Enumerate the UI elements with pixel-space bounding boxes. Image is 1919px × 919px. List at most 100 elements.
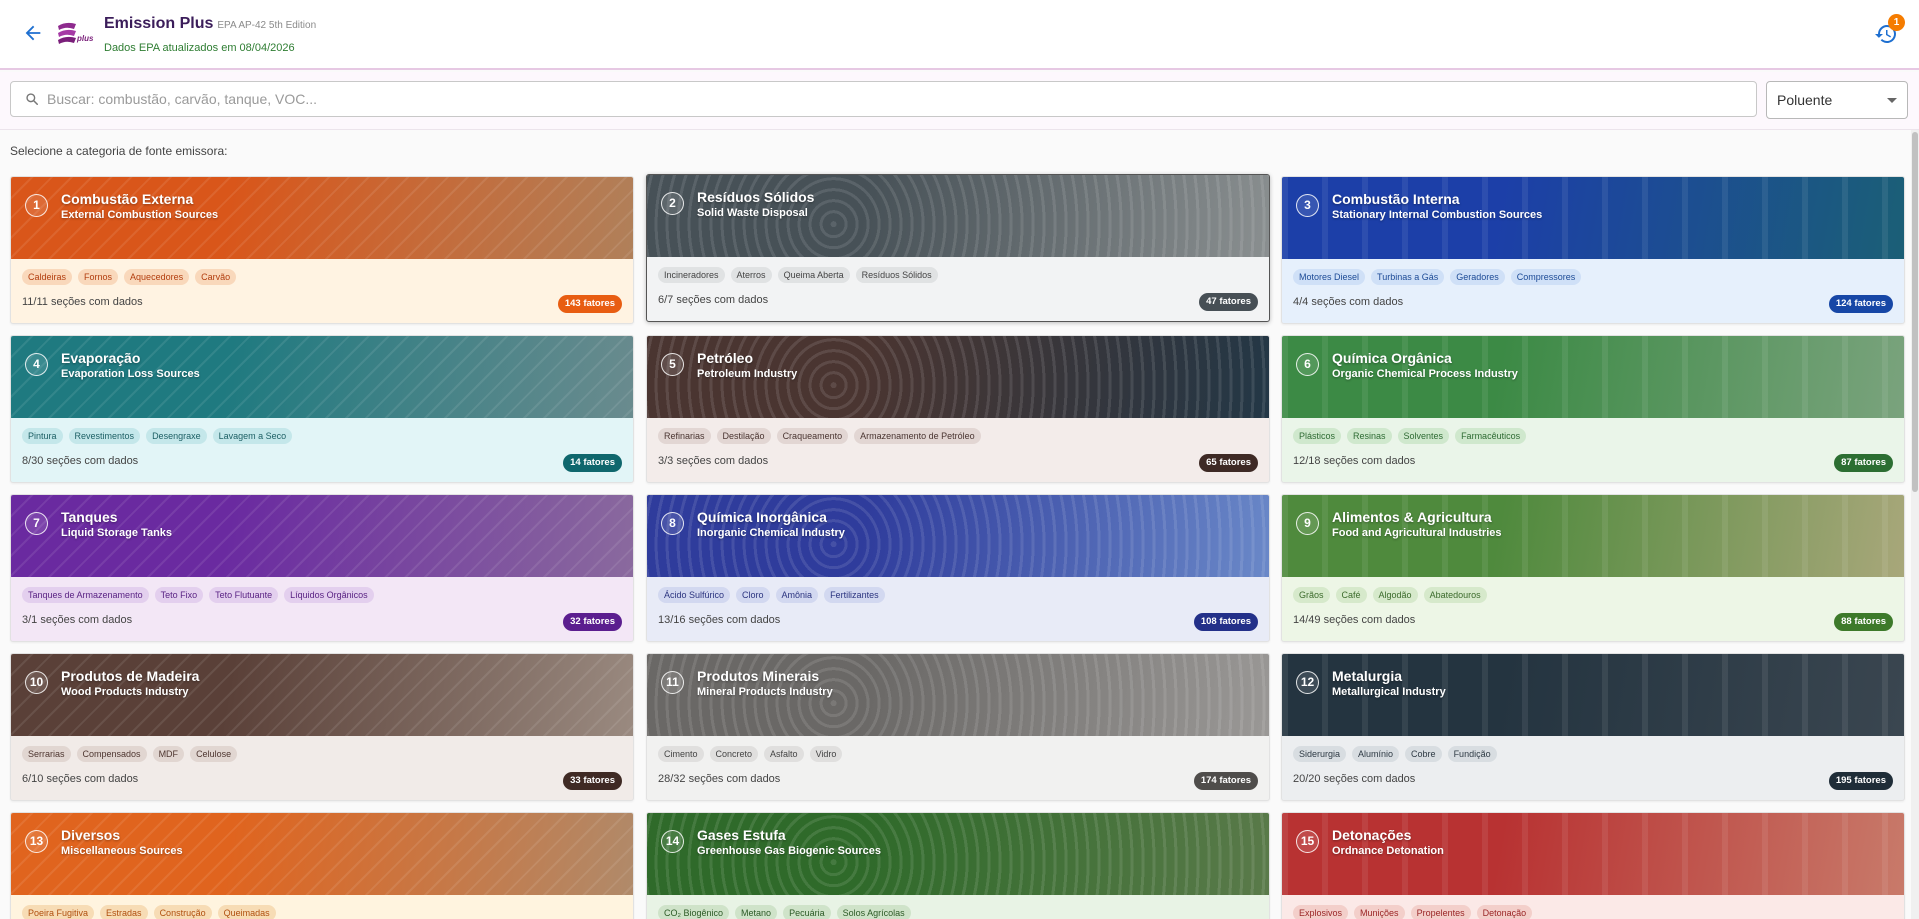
card-tag-list: Plásticos Resinas Solventes Farmacêuticos <box>1293 428 1527 444</box>
card-tag: Compensados <box>76 746 147 762</box>
card-tag: Aterros <box>730 267 772 283</box>
card-tag-list: Siderurgia Alumínio Cobre Fundição <box>1293 746 1497 762</box>
card-tag: Amônia <box>775 587 819 603</box>
card-tag-list: CO₂ Biogênico Metano Pecuária Solos Agrícol… <box>658 905 911 919</box>
card-number-badge: 14 <box>661 830 684 853</box>
card-tag: Desengraxe <box>146 428 207 444</box>
card-tag: CO₂ Biogênico <box>658 905 730 919</box>
card-title: Combustão Interna <box>1332 191 1460 207</box>
category-card[interactable]: 2 Resíduos Sólidos Solid Waste Disposal Inc… <box>646 174 1270 322</box>
card-tag: Teto Fixo <box>154 587 204 603</box>
card-tag: Vidro <box>809 746 843 762</box>
scrollbar-thumb[interactable] <box>1912 132 1918 492</box>
card-subtitle: Evaporation Loss Sources <box>61 368 200 380</box>
card-tag: Poeira Fugitiva <box>22 905 95 919</box>
card-sections-count: 12/18 seções com dados <box>1293 455 1416 467</box>
app-title-text: Emission Plus <box>104 15 214 32</box>
card-title: Alimentos & Agricultura <box>1332 509 1492 525</box>
category-card[interactable]: 4 Evaporação Evaporation Loss Sources Pintu… <box>10 335 634 483</box>
category-card[interactable]: 14 Gases Estufa Greenhouse Gas Biogenic So… <box>646 812 1270 919</box>
card-number-badge: 4 <box>25 353 48 376</box>
back-arrow-icon[interactable] <box>22 22 44 44</box>
card-tag: Fundição <box>1447 746 1497 762</box>
logo-text: plus <box>76 34 94 43</box>
card-banner: 4 Evaporação Evaporation Loss Sources <box>11 336 633 418</box>
card-tag: Destilação <box>716 428 771 444</box>
card-factor-count-badge: 47 fatores <box>1199 293 1258 311</box>
card-title: Tanques <box>61 509 118 525</box>
card-tag: Turbinas a Gás <box>1371 269 1445 285</box>
card-sections-count: 11/11 seções com dados <box>22 296 143 308</box>
card-tag: Queimadas <box>217 905 276 919</box>
card-factor-count-badge: 195 fatores <box>1828 772 1893 790</box>
category-card[interactable]: 5 Petróleo Petroleum Industry Refinarias Des… <box>646 335 1270 483</box>
card-tag-list: Explosivos Munições Propelentes Detonação <box>1293 905 1533 919</box>
page-scrollbar[interactable] <box>1911 130 1919 919</box>
category-card[interactable]: 11 Produtos Minerais Mineral Products Indu… <box>646 653 1270 801</box>
card-tag: Fornos <box>78 269 119 285</box>
category-card[interactable]: 12 Metalurgia Metallurgical Industry Sideru… <box>1281 653 1905 801</box>
card-banner: 14 Gases Estufa Greenhouse Gas Biogenic So… <box>647 813 1269 895</box>
card-tag-list: Serrarias Compensados MDF Celulose <box>22 746 238 762</box>
notification-badge: 1 <box>1888 14 1905 31</box>
card-sections-count: 20/20 seções com dados <box>1293 773 1416 785</box>
card-number-badge: 11 <box>661 671 684 694</box>
card-sections-count: 3/1 seções com dados <box>22 614 133 626</box>
category-card[interactable]: 9 Alimentos & Agricultura Food and Agricul… <box>1281 494 1905 642</box>
card-tag: Cimento <box>658 746 704 762</box>
card-tag: Grãos <box>1293 587 1330 603</box>
card-number-badge: 15 <box>1296 830 1319 853</box>
category-card[interactable]: 10 Produtos de Madeira Wood Products Indus… <box>10 653 634 801</box>
card-number-badge: 9 <box>1296 512 1319 535</box>
card-subtitle: Solid Waste Disposal <box>697 207 808 219</box>
app-edition: EPA AP-42 5th Edition <box>217 20 317 31</box>
card-tag-list: Poeira Fugitiva Estradas Construção Queimad… <box>22 905 276 919</box>
card-banner: 6 Química Orgânica Organic Chemical Proces… <box>1282 336 1904 418</box>
card-sections-count: 3/3 seções com dados <box>658 455 769 467</box>
card-subtitle: Inorganic Chemical Industry <box>697 527 845 539</box>
card-number-badge: 6 <box>1296 353 1319 376</box>
pollutant-filter-select[interactable]: Poluente <box>1766 81 1908 119</box>
card-banner: 10 Produtos de Madeira Wood Products Indus… <box>11 654 633 736</box>
card-tag: Motores Diesel <box>1293 269 1366 285</box>
card-banner: 11 Produtos Minerais Mineral Products Indu… <box>647 654 1269 736</box>
category-card[interactable]: 13 Diversos Miscellaneous Sources Poeira Fu… <box>10 812 634 919</box>
card-title: Combustão Externa <box>61 191 194 207</box>
category-card[interactable]: 7 Tanques Liquid Storage Tanks Tanques de A… <box>10 494 634 642</box>
card-tag: Craqueamento <box>776 428 849 444</box>
card-tag: Compressores <box>1510 269 1582 285</box>
card-banner: 13 Diversos Miscellaneous Sources <box>11 813 633 895</box>
card-sections-count: 8/30 seções com dados <box>22 455 139 467</box>
card-title: Metalurgia <box>1332 668 1403 684</box>
card-tag: Estradas <box>100 905 148 919</box>
search-input[interactable] <box>47 82 1747 116</box>
category-card[interactable]: 6 Química Orgânica Organic Chemical Proces… <box>1281 335 1905 483</box>
card-tag: Armazenamento de Petróleo <box>854 428 981 444</box>
category-card[interactable]: 3 Combustão Interna Stationary Internal Co… <box>1281 176 1905 324</box>
card-factor-count-badge: 143 fatores <box>557 295 622 313</box>
search-icon <box>25 92 39 106</box>
card-title: Detonações <box>1332 827 1412 843</box>
card-subtitle: Metallurgical Industry <box>1332 686 1446 698</box>
card-tag: Carvão <box>195 269 237 285</box>
card-tag: Detonação <box>1476 905 1533 919</box>
card-tag: Abatedouros <box>1423 587 1487 603</box>
card-factor-count-badge: 32 fatores <box>563 613 622 631</box>
category-card[interactable]: 8 Química Inorgânica Inorganic Chemical In… <box>646 494 1270 642</box>
card-tag: Aquecedores <box>124 269 190 285</box>
category-card[interactable]: 15 Detonações Ordnance Detonation Explosivo… <box>1281 812 1905 919</box>
search-toolbar: Poluente <box>0 72 1919 130</box>
card-banner: 9 Alimentos & Agricultura Food and Agricul… <box>1282 495 1904 577</box>
card-tag: Propelentes <box>1410 905 1471 919</box>
card-tag: Solos Agrícolas <box>836 905 911 919</box>
card-subtitle: Ordnance Detonation <box>1332 845 1444 857</box>
card-sections-count: 13/16 seções com dados <box>658 614 781 626</box>
card-sections-count: 6/7 seções com dados <box>658 294 769 306</box>
card-tag: Fertilizantes <box>824 587 885 603</box>
card-tag-list: Caldeiras Fornos Aquecedores Carvão <box>22 269 237 285</box>
category-card[interactable]: 1 Combustão Externa External Combustion So… <box>10 176 634 324</box>
card-tag: Celulose <box>190 746 238 762</box>
card-tag: Munições <box>1354 905 1405 919</box>
card-title: Produtos de Madeira <box>61 668 200 684</box>
card-number-badge: 10 <box>25 671 48 694</box>
